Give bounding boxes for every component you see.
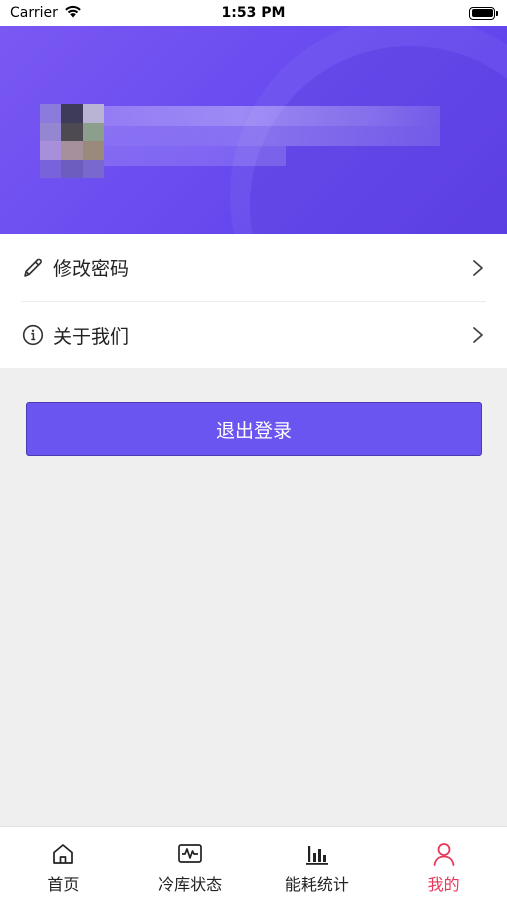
chevron-right-icon — [470, 325, 486, 345]
logout-button[interactable]: 退出登录 — [26, 402, 482, 456]
settings-menu: 修改密码 关于我们 — [0, 234, 507, 368]
tab-label: 首页 — [47, 875, 80, 894]
menu-item-change-password[interactable]: 修改密码 — [21, 234, 486, 301]
tab-bar: 首页 冷库状态 能耗统计 我的 — [0, 826, 507, 900]
user-detail-redacted — [104, 146, 286, 166]
menu-item-label: 关于我们 — [53, 325, 130, 348]
status-left: Carrier — [10, 5, 82, 22]
user-name-redacted — [104, 106, 440, 126]
profile-banner — [0, 26, 507, 234]
tab-energy-statistics[interactable]: 能耗统计 — [254, 827, 381, 900]
menu-item-label: 修改密码 — [53, 258, 130, 280]
carrier-label: Carrier — [10, 5, 58, 21]
wifi-icon — [64, 5, 82, 22]
bar-chart-icon — [304, 841, 330, 867]
menu-item-about-us[interactable]: 关于我们 — [21, 301, 486, 368]
tab-label: 我的 — [427, 875, 460, 894]
pencil-icon — [21, 256, 45, 280]
battery-icon — [469, 6, 498, 20]
avatar — [40, 104, 104, 178]
chevron-right-icon — [470, 258, 486, 278]
info-icon — [21, 323, 45, 347]
home-icon — [50, 841, 76, 867]
status-bar: Carrier 1:53 PM — [0, 0, 507, 26]
tab-cold-storage-status[interactable]: 冷库状态 — [127, 827, 254, 900]
monitor-wave-icon — [177, 841, 203, 867]
user-icon — [431, 841, 457, 867]
tab-label: 冷库状态 — [158, 875, 223, 894]
tab-home[interactable]: 首页 — [0, 827, 127, 900]
tab-mine[interactable]: 我的 — [380, 827, 507, 900]
tab-label: 能耗统计 — [284, 875, 349, 894]
user-detail-redacted — [104, 126, 440, 146]
